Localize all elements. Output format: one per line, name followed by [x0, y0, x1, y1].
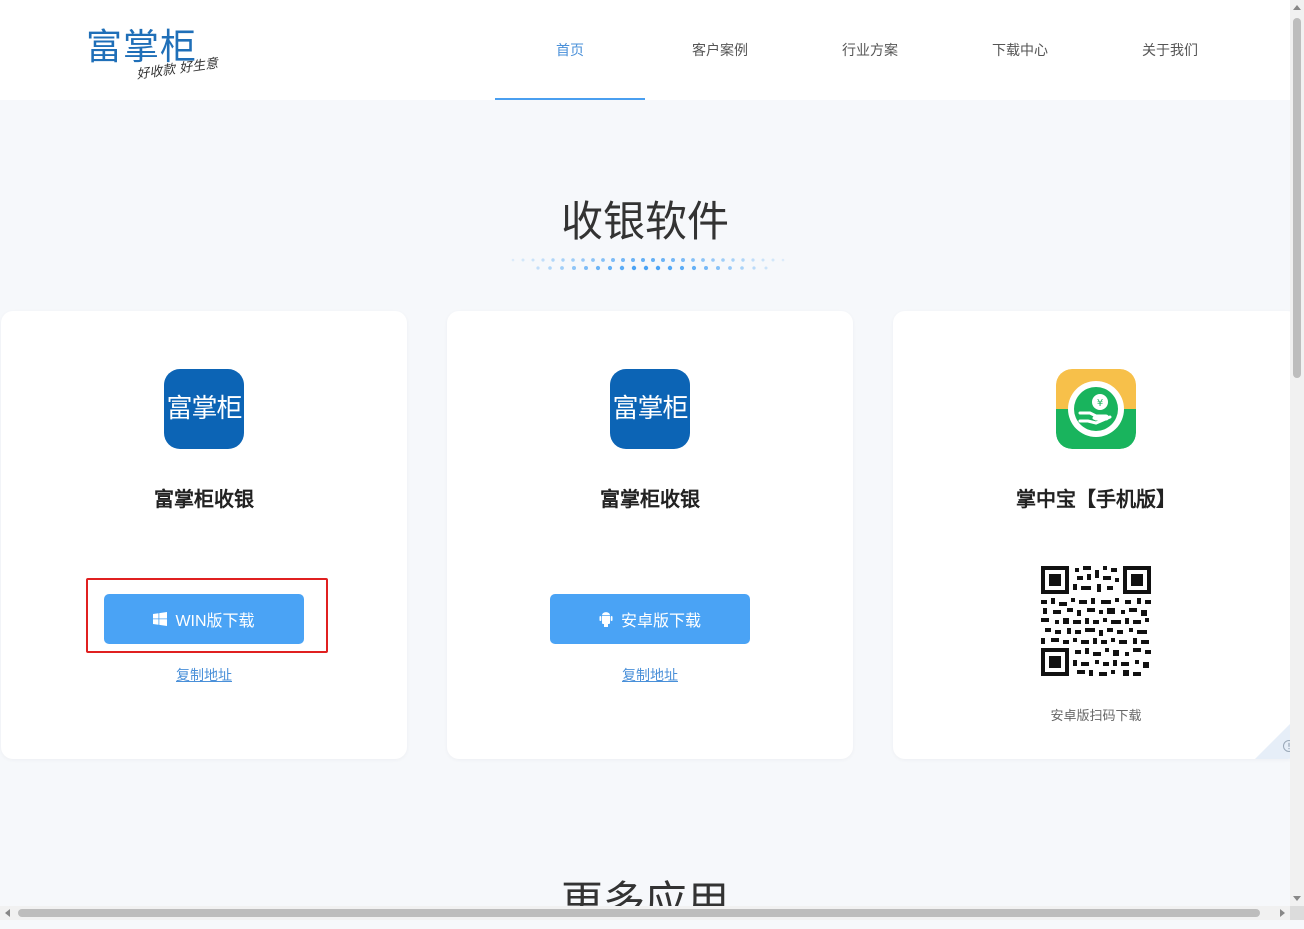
card-win: 富掌柜 富掌柜收银 WIN版下载 复制地址	[1, 311, 407, 759]
fuzhanggui-app-icon: 富掌柜	[610, 369, 690, 449]
copy-address-link[interactable]: 复制地址	[1, 665, 407, 685]
scroll-left-icon[interactable]	[5, 909, 10, 917]
qr-code-icon[interactable]	[1041, 566, 1151, 676]
horizontal-scrollbar[interactable]	[0, 906, 1290, 920]
card-title: 富掌柜收银	[154, 489, 254, 511]
card-mobile: ¥ 掌中宝【手机版】 安卓版扫码下载	[893, 311, 1299, 759]
nav-home[interactable]: 首页	[495, 0, 645, 100]
svg-text:¥: ¥	[1097, 398, 1103, 409]
qr-caption: 安卓版扫码下载	[1050, 708, 1142, 723]
card-android: 富掌柜 富掌柜收银 安卓版下载 复制地址	[447, 311, 853, 759]
nav-download[interactable]: 下载中心	[945, 0, 1095, 100]
highlight-box	[86, 578, 328, 653]
scroll-up-icon[interactable]	[1293, 5, 1301, 10]
copy-address-link[interactable]: 复制地址	[447, 665, 853, 685]
nav-solutions[interactable]: 行业方案	[795, 0, 945, 100]
decorative-dots	[511, 258, 785, 271]
android-download-button[interactable]: 安卓版下载	[550, 594, 750, 644]
scrollbar-corner	[1290, 906, 1304, 920]
main-nav: 首页 客户案例 行业方案 下载中心 关于我们	[495, 0, 1245, 100]
vertical-scrollbar[interactable]	[1290, 0, 1304, 906]
scroll-right-icon[interactable]	[1280, 909, 1285, 917]
scroll-thumb[interactable]	[18, 909, 1260, 917]
card-title: 富掌柜收银	[600, 489, 700, 511]
android-icon	[599, 612, 613, 627]
scroll-thumb[interactable]	[1293, 18, 1301, 378]
logo[interactable]: 富掌柜 好收款 好生意	[86, 18, 236, 88]
android-download-label: 安卓版下载	[620, 613, 701, 630]
money-hand-icon: ¥	[1056, 369, 1136, 449]
section-title-pos: 收银软件	[560, 198, 729, 245]
nav-about[interactable]: 关于我们	[1095, 0, 1245, 100]
card-title: 掌中宝【手机版】	[1016, 489, 1176, 511]
scroll-down-icon[interactable]	[1293, 896, 1301, 901]
header: 富掌柜 好收款 好生意 首页 客户案例 行业方案 下载中心 关于我们	[0, 0, 1290, 100]
nav-cases[interactable]: 客户案例	[645, 0, 795, 100]
fuzhanggui-app-icon: 富掌柜	[164, 369, 244, 449]
